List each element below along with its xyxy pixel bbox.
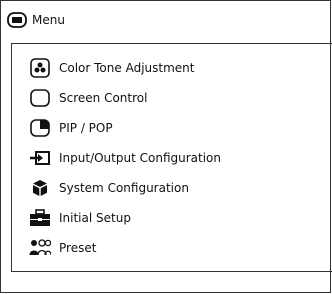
menu-item-label: Initial Setup	[59, 211, 131, 225]
menu-item-label: Color Tone Adjustment	[59, 61, 195, 75]
menu-item-preset[interactable]: Preset	[29, 236, 96, 260]
menu-item-color-tone-adjustment[interactable]: Color Tone Adjustment	[29, 56, 194, 80]
input-output-icon	[29, 148, 51, 168]
menu-item-input-output-configuration[interactable]: Input/Output Configuration	[29, 146, 221, 170]
pip-icon	[29, 118, 51, 138]
menu-item-label: Screen Control	[59, 91, 148, 105]
menu-item-pip-pop[interactable]: PIP / POP	[29, 116, 113, 140]
palette-icon	[29, 58, 51, 78]
menu-item-label: System Configuration	[59, 181, 189, 195]
menu-item-label: Preset	[59, 241, 97, 255]
cube-icon	[29, 178, 51, 198]
menu-item-label: Input/Output Configuration	[59, 151, 221, 165]
users-icon	[29, 238, 51, 258]
menu-item-system-configuration[interactable]: System Configuration	[29, 176, 189, 200]
menu-header: Menu	[1, 1, 330, 39]
menu-item-label: PIP / POP	[59, 121, 113, 135]
menu-window: Menu Color Tone Adjustment Screen Contro…	[0, 0, 332, 293]
toolbox-icon	[29, 208, 51, 228]
page-title: Menu	[32, 13, 65, 27]
menu-item-screen-control[interactable]: Screen Control	[29, 86, 147, 110]
screen-icon	[29, 88, 51, 108]
monitor-icon	[7, 12, 27, 28]
menu-item-initial-setup[interactable]: Initial Setup	[29, 206, 131, 230]
menu-list: Color Tone Adjustment Screen Control PIP…	[11, 43, 332, 272]
